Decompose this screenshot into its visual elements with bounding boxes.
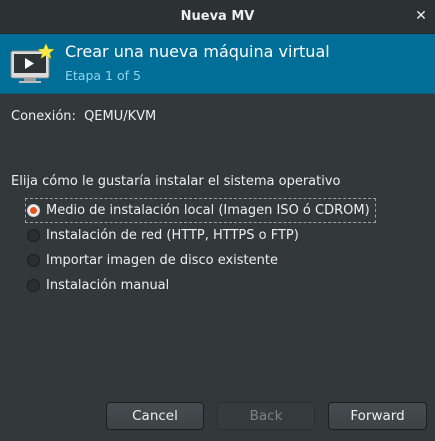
connection-value: QEMU/KVM	[84, 109, 157, 124]
radio-icon[interactable]	[27, 279, 40, 292]
cancel-button[interactable]: Cancel	[106, 402, 204, 430]
forward-button[interactable]: Forward	[328, 402, 427, 430]
install-options: Medio de instalación local (Imagen ISO ó…	[25, 198, 376, 298]
radio-selected-icon[interactable]	[27, 204, 40, 217]
install-prompt: Elija cómo le gustaría instalar el siste…	[11, 174, 341, 189]
wizard-step: Etapa 1 of 5	[65, 68, 141, 83]
option-import-disk[interactable]: Importar imagen de disco existente	[25, 248, 376, 273]
option-label: Instalación manual	[46, 278, 170, 293]
close-icon[interactable]: ✕	[413, 8, 429, 24]
wizard-title: Crear una nueva máquina virtual	[65, 42, 330, 61]
option-label: Instalación de red (HTTP, HTTPS o FTP)	[46, 228, 299, 243]
option-label: Importar imagen de disco existente	[46, 253, 278, 268]
back-button[interactable]: Back	[217, 402, 315, 430]
radio-icon[interactable]	[27, 254, 40, 267]
window-title: Nueva MV	[180, 9, 255, 24]
wizard-header: Crear una nueva máquina virtual Etapa 1 …	[0, 34, 435, 94]
radio-icon[interactable]	[27, 229, 40, 242]
option-label: Medio de instalación local (Imagen ISO ó…	[46, 203, 370, 218]
button-bar: Cancel Back Forward	[0, 402, 435, 432]
vm-monitor-star-icon	[10, 44, 55, 83]
option-network-install[interactable]: Instalación de red (HTTP, HTTPS o FTP)	[25, 223, 376, 248]
connection-row: Conexión: QEMU/KVM	[11, 109, 156, 124]
connection-label: Conexión:	[11, 109, 76, 124]
title-bar: Nueva MV ✕	[0, 0, 435, 34]
option-local-media[interactable]: Medio de instalación local (Imagen ISO ó…	[25, 198, 376, 223]
option-manual-install[interactable]: Instalación manual	[25, 273, 376, 298]
